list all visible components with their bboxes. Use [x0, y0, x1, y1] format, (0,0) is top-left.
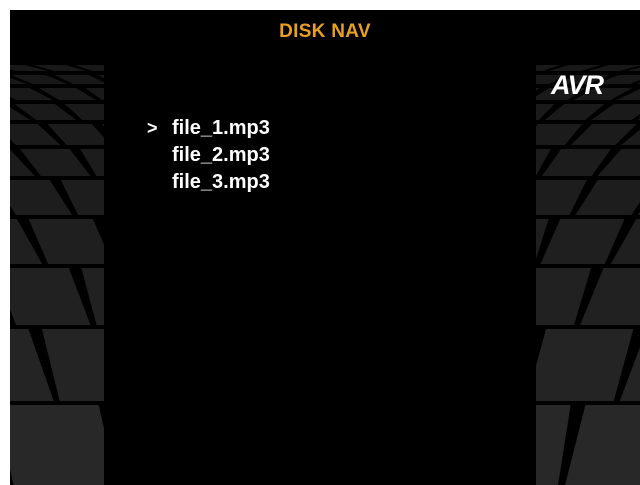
selection-cursor-icon: >: [147, 118, 158, 138]
header-bar: DISK NAV: [10, 10, 640, 52]
file-item-1[interactable]: > file_1.mp3: [147, 117, 270, 144]
page-title: DISK NAV: [279, 21, 371, 42]
file-name: file_2.mp3: [172, 144, 270, 166]
file-name: file_3.mp3: [172, 171, 270, 193]
file-item-2[interactable]: file_2.mp3: [147, 144, 270, 171]
avr-logo: AVR: [551, 70, 604, 100]
file-item-3[interactable]: file_3.mp3: [147, 171, 270, 198]
file-list: > file_1.mp3 file_2.mp3 file_3.mp3: [147, 117, 270, 198]
file-name: file_1.mp3: [172, 117, 270, 139]
screen: DISK NAV AVR: [10, 10, 640, 485]
